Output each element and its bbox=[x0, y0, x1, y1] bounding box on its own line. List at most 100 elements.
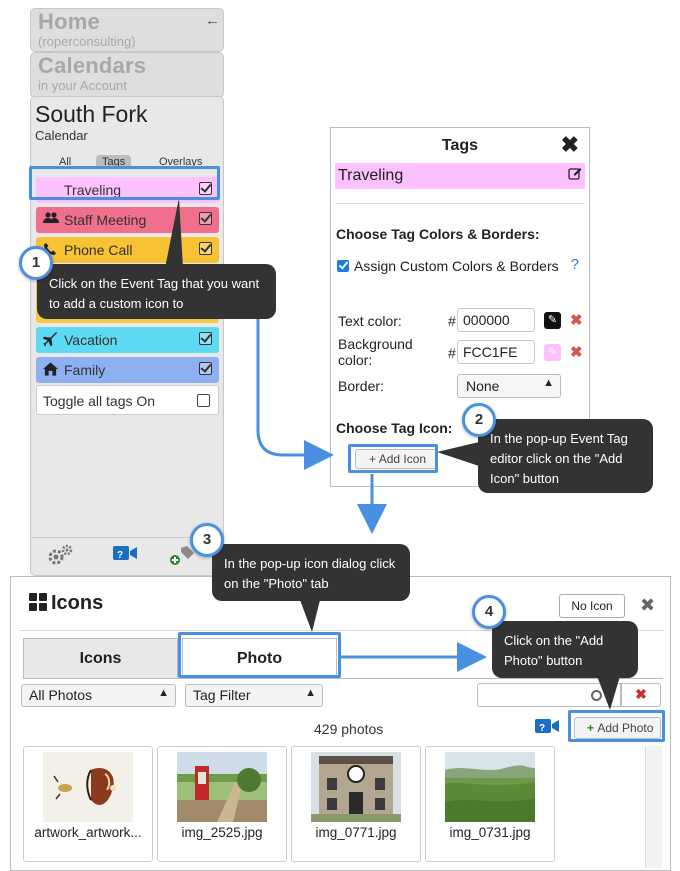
assign-custom-checkbox[interactable] bbox=[337, 260, 349, 272]
assign-custom-colors-row[interactable]: Assign Custom Colors & Borders bbox=[337, 258, 559, 274]
clear-bg-color-icon[interactable]: ✖ bbox=[570, 343, 583, 361]
border-label: Border: bbox=[338, 378, 384, 394]
edit-icon[interactable] bbox=[568, 166, 582, 183]
highlight-add-icon bbox=[348, 444, 438, 473]
photo-card[interactable]: img_0731.jpg bbox=[425, 746, 555, 862]
tag-visible-checkbox[interactable] bbox=[199, 362, 212, 375]
photo-thumbnail-phone-box bbox=[177, 752, 267, 822]
photo-card[interactable]: img_0771.jpg bbox=[291, 746, 421, 862]
callout-badge-1: 1 bbox=[19, 246, 53, 280]
toggle-all-label: Toggle all tags On bbox=[43, 393, 156, 409]
calendars-card[interactable]: Calendars in your Account bbox=[30, 52, 224, 98]
icons-dialog-title: Icons bbox=[29, 592, 103, 615]
tag-visible-checkbox[interactable] bbox=[199, 332, 212, 345]
bg-color-picker-icon[interactable]: ✎ bbox=[544, 344, 561, 361]
svg-text:?: ? bbox=[539, 723, 545, 734]
updown-arrow-icon: ▲ bbox=[305, 687, 316, 699]
group-icon bbox=[43, 212, 59, 227]
settings-gears-icon[interactable] bbox=[47, 544, 73, 572]
tag-visible-checkbox[interactable] bbox=[199, 242, 212, 255]
photo-card[interactable]: img_2525.jpg bbox=[157, 746, 287, 862]
photo-filename: img_0771.jpg bbox=[315, 825, 397, 840]
callout-badge-2: 2 bbox=[462, 403, 496, 437]
tab-underline bbox=[23, 678, 663, 679]
clear-text-color-icon[interactable]: ✖ bbox=[570, 311, 583, 329]
callout-badge-4: 4 bbox=[472, 595, 506, 629]
text-color-input[interactable]: 000000 bbox=[457, 308, 535, 332]
photo-thumbnail-clock-building bbox=[311, 752, 401, 822]
highlight-add-photo bbox=[568, 710, 665, 742]
callout-bubble-2: In the pop-up Event Tag editor click on … bbox=[478, 419, 653, 493]
photo-thumbnail-moth bbox=[43, 752, 133, 822]
border-select[interactable]: None ▲ bbox=[457, 374, 561, 398]
search-icon[interactable] bbox=[591, 690, 602, 701]
photo-card[interactable]: artwork_artwork... bbox=[23, 746, 153, 862]
updown-arrow-icon: ▲ bbox=[543, 377, 554, 389]
callout-bubble-4: Click on the "Add Photo" button bbox=[492, 621, 638, 678]
collapse-arrow-icon[interactable]: ← bbox=[205, 12, 220, 29]
help-icon[interactable]: ? bbox=[571, 256, 579, 273]
tag-row-staff-meeting[interactable]: Staff Meeting bbox=[36, 207, 219, 233]
tag-row-family[interactable]: Family bbox=[36, 357, 219, 383]
svg-text:?: ? bbox=[117, 550, 123, 561]
tag-label: Staff Meeting bbox=[64, 212, 147, 228]
home-account: (roperconsulting) bbox=[38, 34, 136, 49]
photo-thumbnail-landscape bbox=[445, 752, 535, 822]
icon-section-heading: Choose Tag Icon: bbox=[336, 420, 453, 436]
video-icon[interactable]: ? bbox=[113, 544, 137, 568]
photo-album-value: All Photos bbox=[29, 687, 93, 703]
highlight-traveling-tag bbox=[29, 166, 220, 200]
photo-filename: artwork_artwork... bbox=[34, 825, 142, 840]
text-color-label: Text color: bbox=[338, 313, 402, 329]
toggle-all-checkbox[interactable] bbox=[197, 394, 210, 407]
calendar-name: South Fork bbox=[35, 101, 148, 127]
callout-badge-3: 3 bbox=[190, 523, 224, 557]
tag-row-vacation[interactable]: Vacation bbox=[36, 327, 219, 353]
photo-album-select[interactable]: All Photos ▲ bbox=[21, 684, 176, 707]
callout-bubble-1: Click on the Event Tag that you want to … bbox=[37, 264, 276, 319]
close-icon[interactable]: ✖ bbox=[640, 595, 655, 616]
photo-filename: img_0731.jpg bbox=[449, 825, 531, 840]
bg-color-input[interactable]: FCC1FE bbox=[457, 340, 535, 364]
home-icon bbox=[43, 362, 58, 379]
border-select-value: None bbox=[466, 378, 500, 394]
clear-search-button[interactable]: ✖ bbox=[621, 683, 661, 707]
icons-dialog-title-text: Icons bbox=[51, 592, 104, 614]
tag-label: Vacation bbox=[64, 332, 118, 348]
photos-scrollbar[interactable] bbox=[645, 746, 662, 868]
highlight-photo-tab bbox=[178, 632, 341, 678]
grid-icon bbox=[29, 593, 47, 611]
photo-count: 429 photos bbox=[314, 721, 384, 737]
assign-custom-label: Assign Custom Colors & Borders bbox=[354, 258, 559, 274]
tag-label: Phone Call bbox=[64, 242, 133, 258]
updown-arrow-icon: ▲ bbox=[158, 687, 169, 699]
tag-visible-checkbox[interactable] bbox=[199, 212, 212, 225]
tag-filter-select[interactable]: Tag Filter ▲ bbox=[185, 684, 323, 707]
calendars-title[interactable]: Calendars bbox=[38, 53, 146, 79]
hash-sign: # bbox=[448, 345, 456, 361]
text-color-picker-icon[interactable]: ✎ bbox=[544, 312, 561, 329]
photo-filename: img_2525.jpg bbox=[181, 825, 263, 840]
home-card[interactable]: Home (roperconsulting) ← bbox=[30, 8, 224, 52]
calendars-sub: in your Account bbox=[38, 78, 127, 93]
hash-sign: # bbox=[448, 313, 456, 329]
no-icon-button[interactable]: No Icon bbox=[559, 594, 625, 618]
close-icon[interactable]: ✖ bbox=[561, 132, 579, 158]
video-help-icon[interactable]: ? bbox=[535, 717, 559, 740]
tab-icons[interactable]: Icons bbox=[23, 638, 178, 678]
divider bbox=[335, 203, 585, 204]
tag-name: Traveling bbox=[338, 167, 404, 184]
tag-label: Family bbox=[64, 362, 106, 378]
tag-name-bar[interactable]: Traveling bbox=[335, 163, 585, 189]
plane-icon bbox=[43, 332, 58, 350]
tag-row-phone-call[interactable]: Phone Call bbox=[36, 237, 219, 263]
tag-filter-value: Tag Filter bbox=[193, 687, 251, 703]
tags-popup-title: Tags bbox=[441, 137, 479, 154]
home-title[interactable]: Home bbox=[38, 9, 100, 35]
bg-color-label-line1: Background bbox=[338, 336, 413, 352]
callout-bubble-3: In the pop-up icon dialog click on the "… bbox=[212, 544, 410, 601]
toggle-all-tags-row[interactable]: Toggle all tags On bbox=[36, 385, 219, 415]
calendar-type: Calendar bbox=[35, 128, 88, 143]
colors-section-heading: Choose Tag Colors & Borders: bbox=[336, 226, 540, 242]
bg-color-label-line2: color: bbox=[338, 352, 373, 368]
